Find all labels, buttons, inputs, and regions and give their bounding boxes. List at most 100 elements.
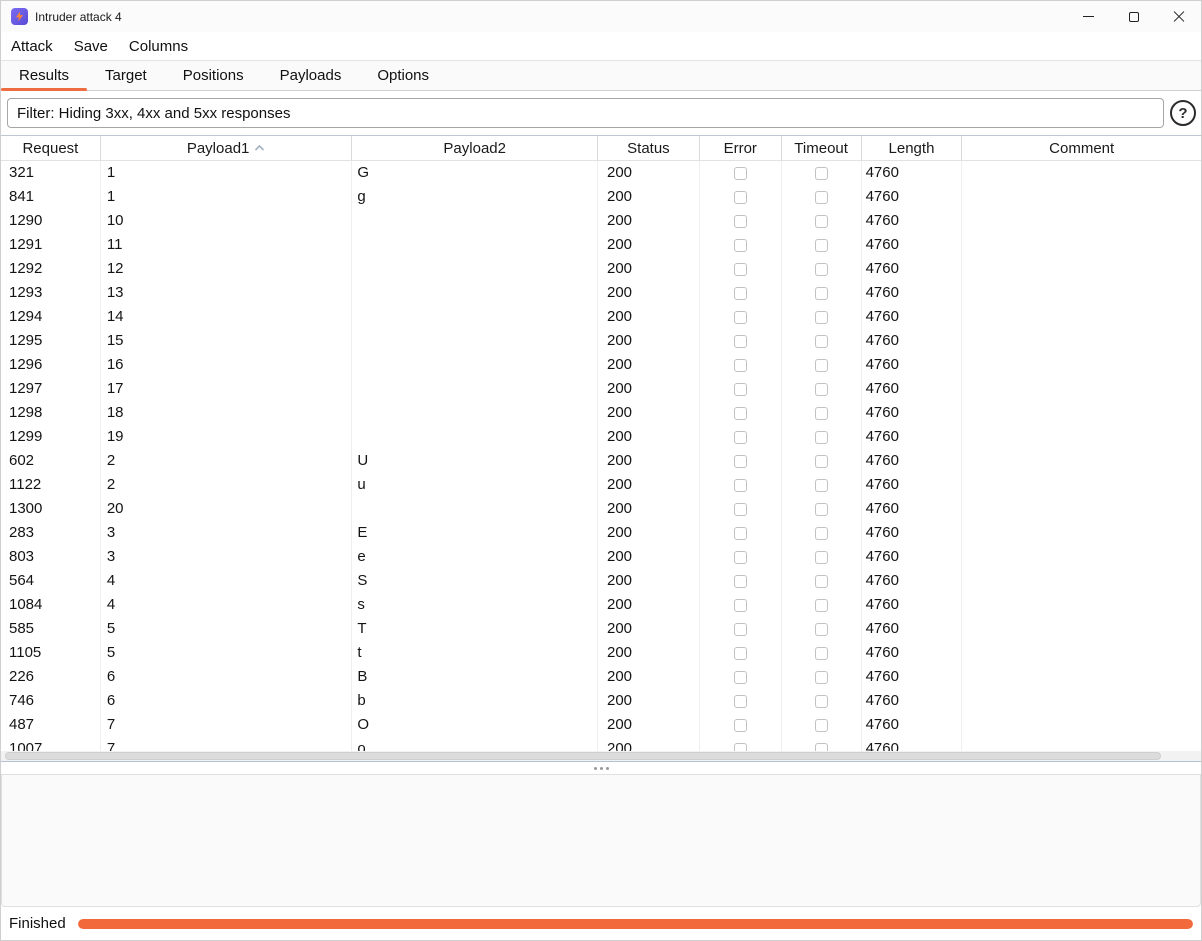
error-checkbox[interactable]: [734, 359, 747, 372]
error-checkbox[interactable]: [734, 431, 747, 444]
tab-positions[interactable]: Positions: [165, 61, 262, 90]
column-header-comment[interactable]: Comment: [962, 136, 1201, 160]
table-row[interactable]: 5644S2004760: [1, 569, 1201, 593]
table-row[interactable]: 10077o2004760: [1, 737, 1201, 751]
table-row[interactable]: 1294142004760: [1, 305, 1201, 329]
error-checkbox[interactable]: [734, 383, 747, 396]
timeout-checkbox[interactable]: [815, 551, 828, 564]
maximize-button[interactable]: [1111, 1, 1156, 32]
column-header-error[interactable]: Error: [700, 136, 782, 160]
column-header-length[interactable]: Length: [862, 136, 963, 160]
error-checkbox[interactable]: [734, 263, 747, 276]
timeout-checkbox[interactable]: [815, 215, 828, 228]
table-row[interactable]: 1299192004760: [1, 425, 1201, 449]
error-checkbox[interactable]: [734, 503, 747, 516]
error-checkbox[interactable]: [734, 455, 747, 468]
timeout-checkbox[interactable]: [815, 503, 828, 516]
tab-results[interactable]: Results: [1, 61, 87, 90]
table-row[interactable]: 1292122004760: [1, 257, 1201, 281]
timeout-checkbox[interactable]: [815, 599, 828, 612]
timeout-checkbox[interactable]: [815, 695, 828, 708]
error-checkbox[interactable]: [734, 527, 747, 540]
error-checkbox[interactable]: [734, 575, 747, 588]
column-header-timeout[interactable]: Timeout: [782, 136, 862, 160]
timeout-checkbox[interactable]: [815, 239, 828, 252]
timeout-checkbox[interactable]: [815, 527, 828, 540]
table-row[interactable]: 3211G2004760: [1, 161, 1201, 185]
tab-target[interactable]: Target: [87, 61, 165, 90]
help-button[interactable]: ?: [1170, 100, 1196, 126]
timeout-checkbox[interactable]: [815, 311, 828, 324]
table-row[interactable]: 1295152004760: [1, 329, 1201, 353]
scrollbar-thumb[interactable]: [5, 752, 1161, 760]
timeout-checkbox[interactable]: [815, 287, 828, 300]
timeout-checkbox[interactable]: [815, 671, 828, 684]
error-checkbox[interactable]: [734, 671, 747, 684]
close-button[interactable]: [1156, 1, 1201, 32]
menu-item-columns[interactable]: Columns: [129, 38, 188, 55]
error-checkbox[interactable]: [734, 719, 747, 732]
table-row[interactable]: 4877O2004760: [1, 713, 1201, 737]
timeout-checkbox[interactable]: [815, 191, 828, 204]
error-checkbox[interactable]: [734, 407, 747, 420]
tab-payloads[interactable]: Payloads: [262, 61, 360, 90]
error-checkbox[interactable]: [734, 647, 747, 660]
table-row[interactable]: 1300202004760: [1, 497, 1201, 521]
splitter-handle[interactable]: [1, 761, 1201, 774]
column-header-request[interactable]: Request: [1, 136, 101, 160]
timeout-checkbox[interactable]: [815, 743, 828, 752]
table-row[interactable]: 1297172004760: [1, 377, 1201, 401]
tab-options[interactable]: Options: [359, 61, 447, 90]
menu-item-attack[interactable]: Attack: [11, 38, 53, 55]
error-checkbox[interactable]: [734, 335, 747, 348]
table-row[interactable]: 2833E2004760: [1, 521, 1201, 545]
table-row[interactable]: 1293132004760: [1, 281, 1201, 305]
table-row[interactable]: 11055t2004760: [1, 641, 1201, 665]
error-checkbox[interactable]: [734, 599, 747, 612]
table-row[interactable]: 8411g2004760: [1, 185, 1201, 209]
timeout-checkbox[interactable]: [815, 167, 828, 180]
timeout-checkbox[interactable]: [815, 719, 828, 732]
horizontal-scrollbar[interactable]: [1, 751, 1201, 761]
timeout-checkbox[interactable]: [815, 455, 828, 468]
table-row[interactable]: 10844s2004760: [1, 593, 1201, 617]
minimize-button[interactable]: [1066, 1, 1111, 32]
table-row[interactable]: 2266B2004760: [1, 665, 1201, 689]
error-checkbox[interactable]: [734, 239, 747, 252]
filter-field[interactable]: Filter: Hiding 3xx, 4xx and 5xx response…: [7, 98, 1164, 128]
error-checkbox[interactable]: [734, 287, 747, 300]
timeout-checkbox[interactable]: [815, 575, 828, 588]
timeout-checkbox[interactable]: [815, 359, 828, 372]
timeout-checkbox[interactable]: [815, 335, 828, 348]
timeout-checkbox[interactable]: [815, 431, 828, 444]
timeout-checkbox[interactable]: [815, 407, 828, 420]
timeout-checkbox[interactable]: [815, 479, 828, 492]
error-checkbox[interactable]: [734, 479, 747, 492]
menu-item-save[interactable]: Save: [74, 38, 108, 55]
table-row[interactable]: 7466b2004760: [1, 689, 1201, 713]
error-checkbox[interactable]: [734, 191, 747, 204]
table-row[interactable]: 1298182004760: [1, 401, 1201, 425]
error-checkbox[interactable]: [734, 743, 747, 752]
error-checkbox[interactable]: [734, 311, 747, 324]
table-row[interactable]: 5855T2004760: [1, 617, 1201, 641]
error-checkbox[interactable]: [734, 551, 747, 564]
error-checkbox[interactable]: [734, 167, 747, 180]
table-row[interactable]: 1296162004760: [1, 353, 1201, 377]
table-row[interactable]: 1291112004760: [1, 233, 1201, 257]
column-header-status[interactable]: Status: [598, 136, 700, 160]
table-row[interactable]: 11222u2004760: [1, 473, 1201, 497]
error-checkbox[interactable]: [734, 623, 747, 636]
timeout-checkbox[interactable]: [815, 263, 828, 276]
table-row[interactable]: 1290102004760: [1, 209, 1201, 233]
table-row[interactable]: 8033e2004760: [1, 545, 1201, 569]
error-checkbox[interactable]: [734, 215, 747, 228]
table-row[interactable]: 6022U2004760: [1, 449, 1201, 473]
timeout-checkbox[interactable]: [815, 647, 828, 660]
column-header-payload2[interactable]: Payload2: [352, 136, 598, 160]
timeout-checkbox[interactable]: [815, 623, 828, 636]
timeout-checkbox[interactable]: [815, 383, 828, 396]
column-header-payload1[interactable]: Payload1: [101, 136, 353, 160]
response-viewer-panel[interactable]: [1, 774, 1201, 907]
error-checkbox[interactable]: [734, 695, 747, 708]
